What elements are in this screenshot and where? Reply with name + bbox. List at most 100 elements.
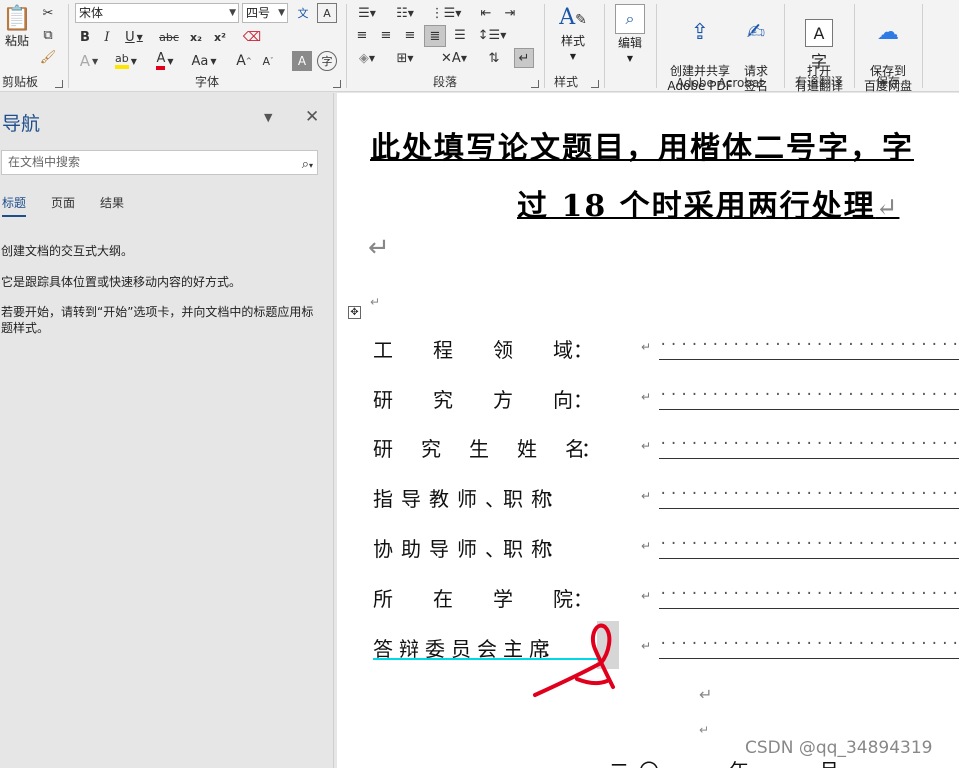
font-size-combo[interactable]: 四号 ▼ xyxy=(242,3,288,23)
acrobat-group-label: Adobe Acrobat xyxy=(675,76,765,90)
paragraph-mark: ↵ xyxy=(699,723,710,737)
chinese-layout-icon[interactable]: ✕A ▼ xyxy=(438,48,470,68)
change-case-button[interactable]: Aa ▼ xyxy=(188,51,220,71)
numbering-icon[interactable]: ☷ ▼ xyxy=(390,3,420,23)
bullets-icon[interactable]: ☰ ▼ xyxy=(352,3,382,23)
shrink-font-button[interactable]: Aˇ xyxy=(258,51,278,71)
text-effects-icon[interactable]: A ▼ xyxy=(75,51,103,71)
copy-icon[interactable]: ⧉ xyxy=(38,26,58,44)
chevron-down-icon: ▼ xyxy=(500,30,507,40)
align-left-icon[interactable]: ≡ xyxy=(352,25,372,45)
divider xyxy=(656,4,657,88)
field-input-line[interactable]: ·································· xyxy=(659,583,959,609)
table-move-handle-icon[interactable]: ✥ xyxy=(348,306,361,319)
borders-icon[interactable]: ⊞ ▼ xyxy=(390,48,420,68)
subscript-button[interactable]: x₂ xyxy=(186,27,206,47)
field-input-line[interactable]: ·································· xyxy=(659,334,959,360)
baidu-group-label: 保存 xyxy=(875,75,900,89)
clear-format-icon[interactable]: ⌫ xyxy=(242,27,262,47)
format-painter-icon[interactable]: 🖌 xyxy=(38,48,58,66)
grow-font-button[interactable]: A ^ xyxy=(234,51,254,71)
strikethrough-button[interactable]: abc xyxy=(156,27,182,47)
tab-results[interactable]: 结果 xyxy=(100,194,124,211)
justify-icon[interactable]: ≣ xyxy=(424,25,446,47)
close-icon[interactable]: ✕ xyxy=(305,107,319,127)
search-icon[interactable]: ⌕▾ xyxy=(302,153,313,177)
styles-button[interactable]: A✎ 样式 ▼ xyxy=(550,4,596,64)
char-border-icon[interactable]: A xyxy=(317,3,337,23)
cut-icon[interactable]: ✂ xyxy=(38,4,58,22)
cell-mark: ↵ xyxy=(641,589,652,603)
clipboard-icon: 📋 xyxy=(2,4,32,32)
italic-button[interactable]: I xyxy=(97,27,117,47)
thesis-title-line-2[interactable]: 过 18 个时采用两行处理↵ xyxy=(517,181,899,225)
chevron-down-icon: ▼ xyxy=(369,8,376,18)
red-annotation-mark xyxy=(533,623,615,697)
tab-headings[interactable]: 标题 xyxy=(2,194,27,217)
nav-message: 它是跟踪具体位置或快速移动内容的好方式。 xyxy=(1,275,242,289)
nav-search-input[interactable]: 在文档中搜索 ⌕▾ xyxy=(1,150,318,175)
show-marks-icon[interactable]: ↵ xyxy=(514,48,534,68)
field-input-line[interactable]: ·································· xyxy=(659,384,959,410)
distributed-icon[interactable]: ☰ xyxy=(450,25,470,45)
cell-mark: ↵ xyxy=(641,340,652,354)
field-label: 指 导 教 师 、 职 称： xyxy=(373,487,565,511)
divider xyxy=(346,4,347,88)
font-color-button[interactable]: A ▼ xyxy=(150,51,180,71)
enclose-char-icon[interactable]: 字 xyxy=(317,51,337,71)
chevron-down-icon: ▼ xyxy=(460,53,467,63)
navigation-pane: 导航 ▼ ✕ 在文档中搜索 ⌕▾ 标题 页面 结果 创建文档的交互式大纲。 它是… xyxy=(0,93,334,768)
paragraph-group-label: 段落 xyxy=(432,75,457,89)
cell-mark: ↵ xyxy=(641,439,652,453)
increase-indent-icon[interactable]: ⇥ xyxy=(500,3,520,23)
styles-icon: A✎ xyxy=(559,5,587,30)
field-label: 研 究 生 姓 名： xyxy=(373,437,601,461)
font-group: 宋体 ▼ 四号 ▼ 文 A B I U ▼ abc x₂ x² ⌫ A ▼ ab ▼ A ▼… xyxy=(70,0,344,92)
field-input-line[interactable]: ·································· xyxy=(659,633,959,659)
document-page[interactable]: 此处填写论文题目，用楷体二号字，字 过 18 个时采用两行处理↵ ↵ ↵ ✥ 工… xyxy=(337,93,959,768)
thesis-title-line-1[interactable]: 此处填写论文题目，用楷体二号字，字 xyxy=(370,123,914,167)
styles-group: A✎ 样式 ▼ 样式 xyxy=(546,0,602,92)
nav-title: 导航 xyxy=(2,113,41,135)
char-shading-icon[interactable]: A xyxy=(292,51,312,71)
decrease-indent-icon[interactable]: ⇤ xyxy=(476,3,496,23)
superscript-button[interactable]: x² xyxy=(210,27,230,47)
chevron-down-icon: ▼ xyxy=(229,8,236,18)
tab-pages[interactable]: 页面 xyxy=(51,194,75,211)
paragraph-launcher-icon[interactable] xyxy=(531,80,539,88)
divider xyxy=(544,4,545,88)
highlight-color-button[interactable]: ab ▼ xyxy=(110,51,142,71)
align-center-icon[interactable]: ≡ xyxy=(376,25,396,45)
paste-button[interactable]: 📋 粘贴 xyxy=(2,4,32,49)
align-right-icon[interactable]: ≡ xyxy=(400,25,420,45)
editing-button[interactable]: ⌕ 编辑 ▼ xyxy=(608,4,652,66)
line-spacing-icon[interactable]: ↕☰ ▼ xyxy=(476,25,508,45)
shading-icon[interactable]: ◈ ▼ xyxy=(352,48,382,68)
field-label: 工 程 领 域： xyxy=(373,338,593,362)
nav-options-icon[interactable]: ▼ xyxy=(264,111,272,124)
multilevel-list-icon[interactable]: ⋮☰ ▼ xyxy=(428,3,464,23)
chevron-down-icon: ▼ xyxy=(167,56,174,66)
chevron-down-icon: ▼ xyxy=(569,52,577,61)
field-label: 研 究 方 向： xyxy=(373,388,593,412)
paragraph-mark: ↵ xyxy=(370,295,381,309)
font-name-combo[interactable]: 宋体 ▼ xyxy=(75,3,239,23)
field-input-line[interactable]: ·································· xyxy=(659,533,959,559)
styles-launcher-icon[interactable] xyxy=(591,80,599,88)
cloud-icon: ☁ xyxy=(877,20,899,45)
underline-button[interactable]: U ▼ xyxy=(120,27,148,47)
field-input-line[interactable]: ·································· xyxy=(659,483,959,509)
sort-icon[interactable]: ⇅ xyxy=(484,48,504,68)
font-launcher-icon[interactable] xyxy=(333,80,341,88)
divider xyxy=(854,4,855,88)
create-pdf-icon: ⇪ xyxy=(690,20,710,45)
divider xyxy=(922,4,923,88)
bold-button[interactable]: B xyxy=(75,27,95,47)
field-input-line[interactable]: ·································· xyxy=(659,433,959,459)
form-row-co-supervisor: 协 助 导 师 、 职 称： ↵ ·······················… xyxy=(373,533,959,563)
chevron-down-icon: ▼ xyxy=(130,56,137,66)
form-row-supervisor: 指 导 教 师 、 职 称： ↵ ·······················… xyxy=(373,483,959,513)
clipboard-launcher-icon[interactable] xyxy=(55,80,63,88)
chevron-down-icon: ▼ xyxy=(407,53,414,63)
phonetic-guide-icon[interactable]: 文 xyxy=(292,3,314,23)
